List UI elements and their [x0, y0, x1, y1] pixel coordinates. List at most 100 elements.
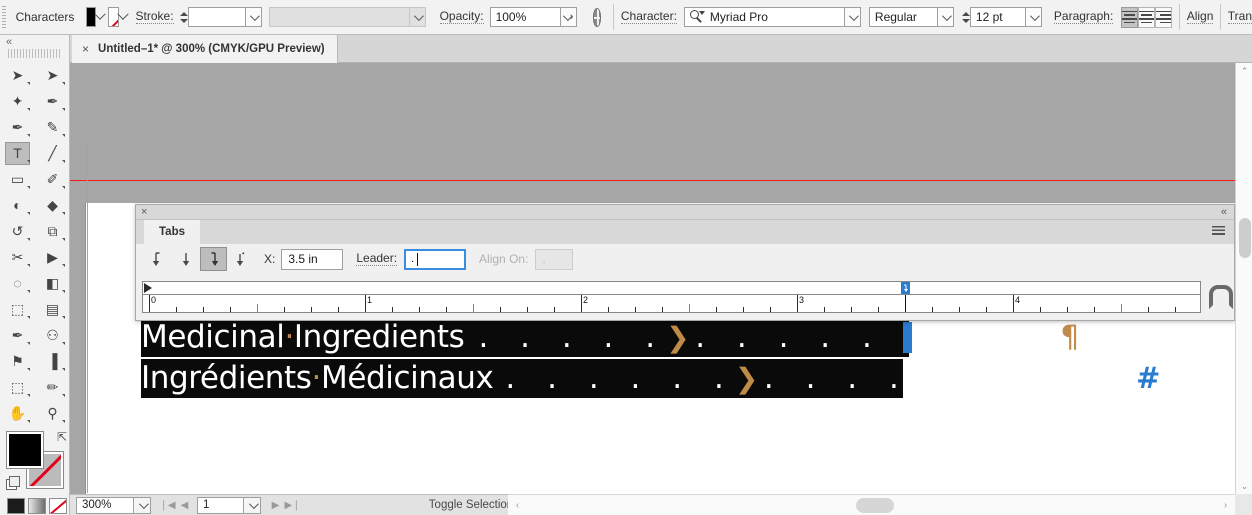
font-size-dropdown-icon[interactable]	[1024, 7, 1042, 27]
font-style-combo[interactable]: Regular	[868, 7, 954, 27]
default-fill-stroke-icon[interactable]	[6, 476, 20, 490]
swap-fill-stroke-icon[interactable]: ⇱	[57, 430, 67, 444]
font-size-spinner[interactable]	[961, 7, 970, 27]
close-icon[interactable]: ×	[82, 43, 89, 55]
font-style-value[interactable]: Regular	[868, 7, 937, 27]
font-family-dropdown-icon[interactable]	[843, 7, 861, 27]
tabs-ruler[interactable]: 0 1 2 3 4	[142, 281, 1201, 313]
gap-tool[interactable]: ▶	[35, 244, 70, 270]
scroll-down-icon[interactable]: ⌄	[1236, 478, 1252, 494]
font-size-combo[interactable]: 12 pt	[969, 7, 1042, 27]
last-page-icon[interactable]: ▶❘	[284, 497, 301, 514]
fill-color-dropdown-icon[interactable]	[96, 7, 104, 27]
close-icon[interactable]: ×	[141, 205, 147, 220]
center-justified-tab-button[interactable]	[173, 247, 200, 271]
smooth-tool[interactable]: ◌	[0, 270, 35, 296]
vertical-scroll-thumb[interactable]	[1239, 218, 1251, 258]
stroke-weight-dropdown-icon[interactable]	[244, 7, 262, 27]
stroke-color-dropdown-icon[interactable]	[119, 7, 127, 27]
collapse-icon[interactable]: «	[1221, 205, 1227, 220]
content-placer-tool[interactable]: ✒	[35, 88, 70, 114]
eyedropper-tool[interactable]: ✒	[0, 322, 35, 348]
left-justified-tab-button[interactable]	[146, 247, 173, 271]
font-family-combo[interactable]: Myriad Pro	[683, 7, 861, 27]
stroke-weight-spinner[interactable]	[179, 7, 188, 27]
scroll-left-icon[interactable]: ‹	[510, 498, 525, 513]
tab-tabs[interactable]: Tabs	[144, 220, 200, 244]
zoom-level-input[interactable]: 300%	[76, 496, 134, 514]
opacity-combo[interactable]: 100% ›	[489, 7, 577, 27]
scissors-tool[interactable]: ✂	[0, 244, 35, 270]
tools-panel-grip[interactable]	[8, 49, 61, 58]
fill-proxy-swatch[interactable]	[6, 431, 44, 469]
next-page-icon[interactable]: ▶	[267, 497, 284, 514]
apply-none-button[interactable]	[49, 498, 67, 514]
tabs-panel-titlebar[interactable]: × «	[136, 205, 1234, 220]
measure-tool[interactable]: ⚇	[35, 322, 70, 348]
document-tab[interactable]: × Untitled–1* @ 300% (CMYK/GPU Preview)	[72, 35, 338, 63]
panel-menu-icon[interactable]	[1212, 226, 1225, 237]
zoom-tool[interactable]: ⚲	[35, 400, 70, 426]
pencil-edit-tool[interactable]: ✏	[35, 374, 70, 400]
globe-icon[interactable]	[592, 7, 602, 27]
hand-tool[interactable]: ✋	[0, 400, 35, 426]
font-size-value[interactable]: 12 pt	[969, 7, 1025, 27]
font-style-dropdown-icon[interactable]	[936, 7, 954, 27]
vertical-scrollbar[interactable]: ⌃ ⌄	[1235, 63, 1252, 494]
horizontal-scroll-thumb[interactable]	[856, 498, 894, 513]
stroke-weight-combo[interactable]	[187, 7, 262, 27]
page-number-input[interactable]: 1	[197, 496, 244, 514]
stroke-color-swatch[interactable]	[108, 7, 119, 27]
pencil-tool[interactable]: ✎	[35, 114, 70, 140]
x-position-input[interactable]: 3.5 in	[281, 248, 344, 270]
direct-selection-tool[interactable]: ➤	[35, 62, 70, 88]
align-center-icon[interactable]	[1138, 6, 1156, 28]
tabs-ruler-marker-strip[interactable]	[143, 282, 1200, 295]
rotate-tool[interactable]: ↺	[0, 218, 35, 244]
opacity-expand-icon[interactable]: ›	[559, 7, 577, 27]
page-number-dropdown-icon[interactable]	[244, 496, 261, 514]
zoom-level-dropdown-icon[interactable]	[134, 496, 151, 514]
line-tool[interactable]: ╱	[35, 140, 70, 166]
magnet-snap-icon[interactable]	[1207, 283, 1233, 309]
scroll-right-icon[interactable]: ›	[1218, 498, 1233, 513]
selection-tool[interactable]: ➤	[0, 62, 35, 88]
leader-input[interactable]: .	[404, 248, 467, 270]
tools-panel-collapse-icon[interactable]	[0, 35, 69, 49]
stroke-style-value[interactable]	[268, 7, 409, 27]
pen-tool[interactable]: ✒	[0, 114, 35, 140]
apply-color-button[interactable]	[7, 498, 25, 514]
gradient-swatch-tool[interactable]: ⬚	[0, 296, 35, 322]
column-graph-tool[interactable]: ▐	[35, 348, 70, 374]
scale-tool[interactable]: ⧉	[35, 218, 70, 244]
stroke-style-combo[interactable]	[268, 7, 426, 27]
tab-stop-marker[interactable]	[901, 282, 910, 294]
text-line-1[interactable]: Medicinal·Ingredients . . . . .❯. . . . .…	[141, 318, 1079, 357]
control-bar-grip[interactable]	[2, 6, 6, 28]
apply-gradient-button[interactable]	[28, 498, 46, 514]
page-tool[interactable]: ⬚	[0, 374, 35, 400]
scroll-up-icon[interactable]: ⌃	[1236, 63, 1252, 79]
text-line-2[interactable]: Ingrédients·Médicinaux . . . . . .❯. . . …	[141, 359, 1160, 398]
gradient-feather-tool[interactable]: ◧	[35, 270, 70, 296]
brush-tool[interactable]: ✐	[35, 166, 70, 192]
rectangle-frame-tool[interactable]: ▭	[0, 166, 35, 192]
align-panel-label[interactable]: Align	[1186, 10, 1214, 24]
horizontal-scrollbar[interactable]: ‹ ›	[508, 494, 1235, 515]
align-to-decimal-tab-button[interactable]	[227, 247, 254, 271]
eraser-tool[interactable]: ◆	[35, 192, 70, 218]
first-page-icon[interactable]: ❘◀	[159, 497, 176, 514]
opacity-value[interactable]: 100%	[489, 7, 560, 27]
gradient-tool[interactable]: ▤	[35, 296, 70, 322]
free-transform-tool[interactable]: ◐	[0, 192, 35, 218]
text-frame[interactable]: Medicinal·Ingredients. . . . .❯. . . . .…	[137, 312, 1160, 400]
fill-color-swatch[interactable]	[86, 7, 97, 27]
content-collector-tool[interactable]: ✦	[0, 88, 35, 114]
align-right-icon[interactable]	[1155, 6, 1173, 28]
right-justified-tab-button[interactable]	[200, 247, 227, 271]
type-tool[interactable]: T	[0, 140, 35, 166]
align-left-icon[interactable]	[1121, 6, 1139, 28]
note-tool[interactable]: ⚑	[0, 348, 35, 374]
prev-page-icon[interactable]: ◀	[176, 497, 193, 514]
transform-panel-label[interactable]: Tran	[1227, 10, 1252, 24]
